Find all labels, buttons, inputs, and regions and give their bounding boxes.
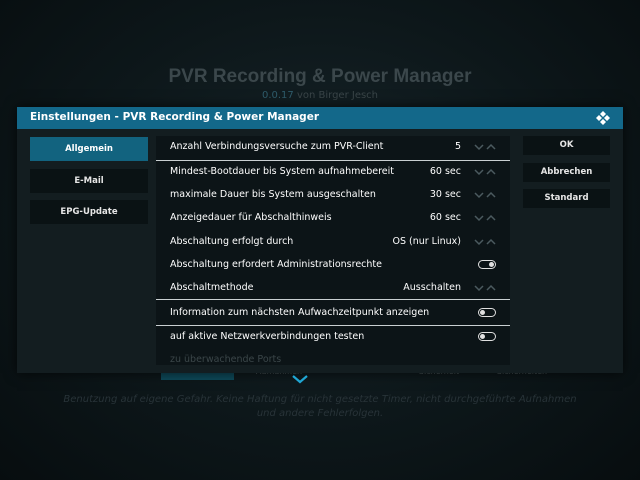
spin-arrows-icon[interactable] (474, 189, 496, 201)
category-menu: Allgemein E-Mail EPG-Update (30, 137, 148, 232)
toggle-knob (480, 334, 485, 339)
setting-row[interactable]: Mindest-Bootdauer bis System aufnahmeber… (156, 161, 510, 184)
toggle-switch[interactable] (478, 332, 496, 341)
category-epg-update[interactable]: EPG-Update (30, 200, 148, 224)
spin-arrows-icon[interactable] (474, 141, 496, 153)
setting-label: maximale Dauer bis System ausgeschalten (170, 189, 376, 200)
settings-list: Anzahl Verbindungsversuche zum PVR-Clien… (156, 136, 510, 365)
setting-label: Mindest-Bootdauer bis System aufnahmeber… (170, 166, 395, 177)
setting-label: Abschaltung erfordert Administrationsrec… (170, 259, 382, 270)
default-button[interactable]: Standard (523, 189, 610, 208)
setting-label: Abschaltung erfolgt durch (170, 236, 294, 247)
spin-arrows-icon[interactable] (474, 212, 496, 224)
setting-value: Ausschalten (403, 282, 461, 293)
category-allgemein[interactable]: Allgemein (30, 137, 148, 161)
dialog-title: Einstellungen - PVR Recording & Power Ma… (30, 111, 320, 123)
setting-row[interactable]: Anzeigedauer für Abschalthinweis 60 sec (156, 207, 510, 230)
ok-button[interactable]: OK (523, 136, 610, 155)
toggle-switch[interactable] (478, 260, 496, 269)
setting-label: Anzahl Verbindungsversuche zum PVR-Clien… (170, 141, 384, 152)
toggle-knob (480, 310, 485, 315)
addon-author: von Birger Jesch (296, 90, 379, 101)
setting-value: 5 (454, 141, 461, 152)
setting-label: zu überwachende Ports (170, 354, 282, 365)
setting-row[interactable]: auf aktive Netzwerkverbindungen testen (156, 326, 510, 349)
toggle-switch[interactable] (478, 308, 496, 317)
dialog-buttons: OK Abbrechen Standard (523, 136, 610, 216)
spin-arrows-icon[interactable] (474, 166, 496, 178)
category-email[interactable]: E-Mail (30, 168, 148, 193)
setting-label: Anzeigedauer für Abschalthinweis (170, 212, 332, 223)
separator (156, 299, 510, 300)
setting-value: 60 sec (429, 166, 461, 177)
setting-row[interactable]: Information zum nächsten Aufwachzeitpunk… (156, 302, 510, 325)
setting-value: 30 sec (429, 189, 461, 200)
setting-row[interactable]: Abschaltung erfolgt durch OS (nur Linux) (156, 231, 510, 254)
setting-row[interactable]: maximale Dauer bis System ausgeschalten … (156, 184, 510, 207)
disclaimer-note: Benutzung auf eigene Gefahr. Keine Haftu… (63, 394, 577, 419)
setting-row[interactable]: zu überwachende Ports (156, 349, 510, 365)
addon-subtitle: 0.0.17 von Birger Jesch (0, 90, 640, 101)
setting-row[interactable]: Anzahl Verbindungsversuche zum PVR-Clien… (156, 136, 510, 159)
scroll-down-chevron-icon[interactable] (291, 373, 309, 385)
setting-row[interactable]: Abschaltung erfordert Administrationsrec… (156, 254, 510, 277)
toggle-knob (489, 262, 494, 267)
setting-label: auf aktive Netzwerkverbindungen testen (170, 331, 365, 342)
setting-label: Abschaltmethode (170, 282, 254, 293)
setting-label: Information zum nächsten Aufwachzeitpunk… (170, 307, 430, 318)
kodi-logo-icon (596, 111, 610, 125)
setting-value: OS (nur Linux) (392, 236, 461, 247)
dialog-header: Einstellungen - PVR Recording & Power Ma… (17, 107, 623, 129)
cancel-button[interactable]: Abbrechen (523, 162, 610, 182)
setting-value: 60 sec (429, 212, 461, 223)
addon-version: 0.0.17 (261, 90, 294, 101)
spin-arrows-icon[interactable] (474, 236, 496, 248)
setting-row[interactable]: Abschaltmethode Ausschalten (156, 277, 510, 300)
settings-dialog: Einstellungen - PVR Recording & Power Ma… (17, 107, 623, 373)
spin-arrows-icon[interactable] (474, 282, 496, 294)
addon-title: PVR Recording & Power Manager (168, 66, 472, 87)
